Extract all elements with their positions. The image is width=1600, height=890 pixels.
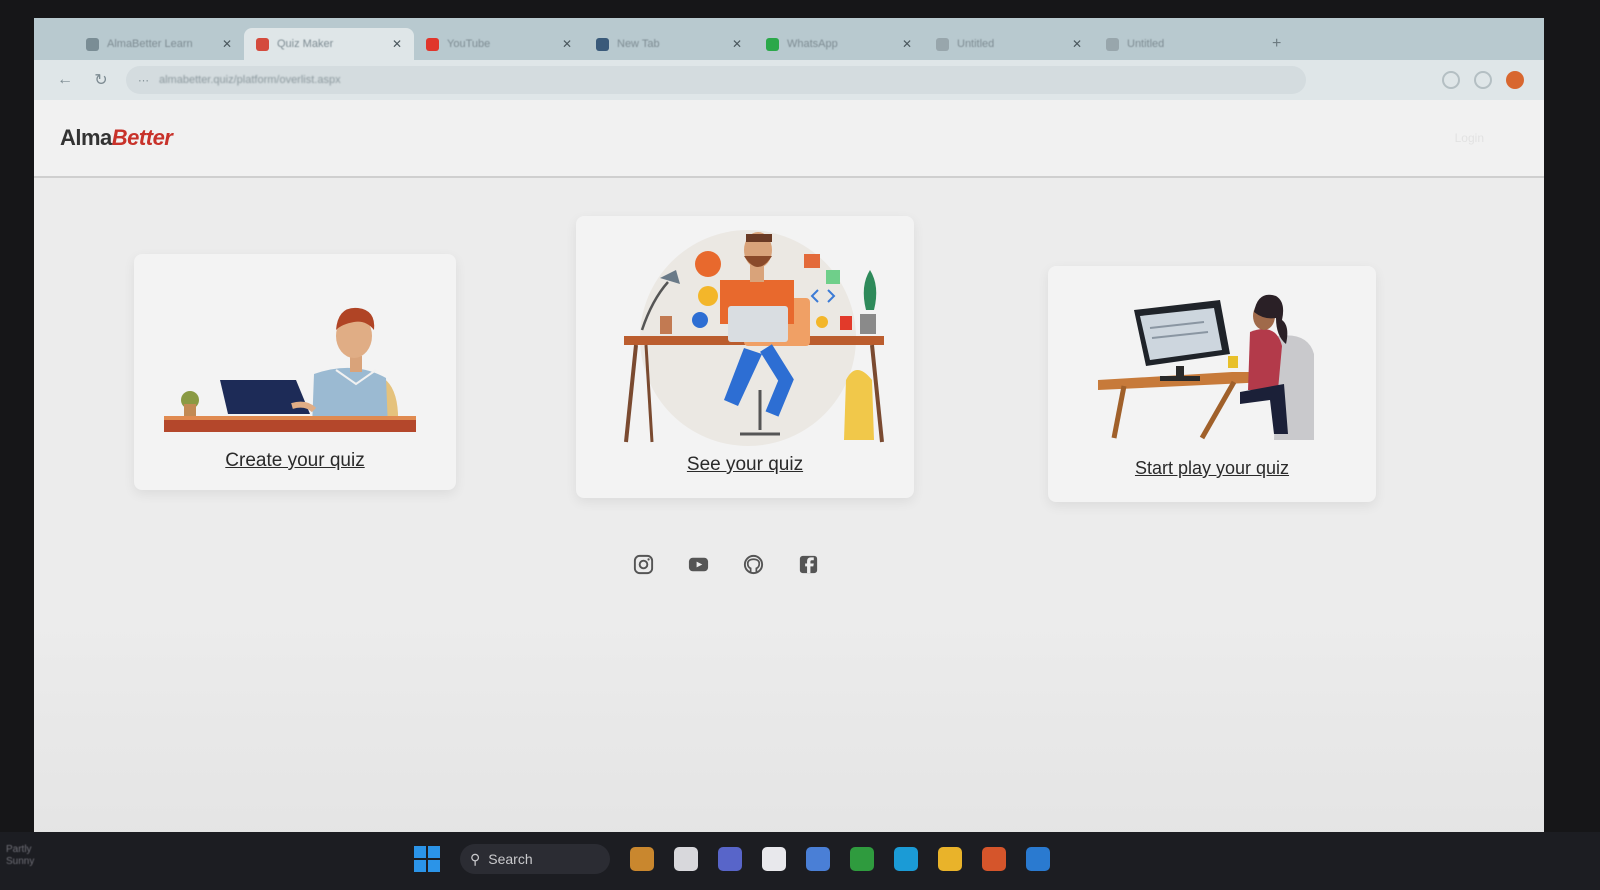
browser-tab[interactable]: Untitled ✕ (924, 28, 1094, 60)
tab-title: Untitled (1127, 38, 1165, 50)
create-quiz-illustration (164, 307, 416, 432)
weather-line-2: Sunny (6, 856, 35, 867)
browser-tab[interactable]: New Tab ✕ (584, 28, 754, 60)
extensions-icon[interactable] (1442, 71, 1460, 89)
tab-favicon-icon (86, 37, 99, 51)
windows-start-icon[interactable] (414, 846, 440, 872)
tab-strip: AlmaBetter Learn ✕ Quiz Maker ✕ YouTube … (34, 18, 1544, 60)
browser-tab[interactable]: YouTube ✕ (414, 28, 584, 60)
close-tab-icon[interactable]: ✕ (732, 37, 742, 51)
close-tab-icon[interactable]: ✕ (392, 37, 402, 51)
logo-part-better: Better (111, 125, 173, 150)
tab-favicon-icon (936, 37, 949, 51)
create-quiz-card[interactable]: Create your quiz (134, 254, 456, 490)
weather-line-1: Partly (6, 844, 32, 855)
see-quiz-illustration (624, 230, 884, 446)
tab-favicon-icon (766, 37, 779, 51)
new-tab-button[interactable]: + (1272, 28, 1281, 60)
browser-tab[interactable]: AlmaBetter Learn ✕ (74, 28, 244, 60)
vscode-icon[interactable] (1026, 847, 1050, 871)
tab-favicon-icon (596, 37, 609, 51)
explorer-icon[interactable] (938, 847, 962, 871)
see-quiz-link[interactable]: See your quiz (576, 454, 914, 476)
tab-title: WhatsApp (787, 38, 838, 50)
tab-title: New Tab (617, 38, 660, 50)
reload-icon[interactable]: ↻ (90, 70, 112, 90)
tab-title: AlmaBetter Learn (107, 38, 193, 50)
tab-title: Quiz Maker (277, 38, 334, 50)
start-quiz-link[interactable]: Start play your quiz (1048, 458, 1376, 479)
store-icon[interactable] (762, 847, 786, 871)
browser-tab-active[interactable]: Quiz Maker ✕ (244, 28, 414, 60)
windows-taskbar: Partly Sunny ⚲ Search (0, 832, 1600, 890)
close-tab-icon[interactable]: ✕ (222, 37, 232, 51)
browser-controls (1442, 71, 1524, 89)
start-quiz-illustration (1098, 294, 1314, 440)
media-icon[interactable] (982, 847, 1006, 871)
close-tab-icon[interactable]: ✕ (902, 37, 912, 51)
page-background (34, 618, 1544, 848)
social-links (632, 553, 820, 576)
start-quiz-card[interactable]: Start play your quiz (1048, 266, 1376, 502)
site-header: AlmaBetter Login (34, 100, 1544, 178)
github-icon[interactable] (742, 553, 765, 576)
tab-title: Untitled (957, 38, 995, 50)
site-info-icon[interactable]: ⋯ (138, 74, 149, 87)
edge-icon[interactable] (894, 847, 918, 871)
weather-widget[interactable]: Partly Sunny (0, 844, 34, 868)
logo-part-alma: Alma (60, 125, 112, 150)
widgets-icon[interactable] (630, 847, 654, 871)
xbox-icon[interactable] (850, 847, 874, 871)
instagram-icon[interactable] (632, 553, 655, 576)
search-icon: ⚲ (470, 850, 481, 867)
browser-tab[interactable]: Untitled (1094, 28, 1264, 60)
chrome-icon[interactable] (806, 847, 830, 871)
tab-favicon-icon (256, 37, 269, 51)
login-link[interactable]: Login (1455, 131, 1484, 145)
facebook-icon[interactable] (797, 553, 820, 576)
taskbar-search[interactable]: ⚲ Search (460, 844, 610, 874)
url-input[interactable]: ⋯ almabetter.quiz/platform/overlist.aspx (126, 66, 1306, 94)
profile-avatar[interactable] (1506, 71, 1524, 89)
close-tab-icon[interactable]: ✕ (562, 37, 572, 51)
task-view-icon[interactable] (674, 847, 698, 871)
close-tab-icon[interactable]: ✕ (1072, 37, 1082, 51)
screen: AlmaBetter Learn ✕ Quiz Maker ✕ YouTube … (34, 18, 1544, 848)
youtube-icon[interactable] (687, 553, 710, 576)
tab-title: YouTube (447, 38, 491, 50)
create-quiz-link[interactable]: Create your quiz (134, 450, 456, 472)
url-text: almabetter.quiz/platform/overlist.aspx (159, 74, 341, 86)
taskbar-apps: ⚲ Search (414, 844, 1050, 874)
teams-icon[interactable] (718, 847, 742, 871)
tab-favicon-icon (1106, 37, 1119, 51)
back-icon[interactable]: ← (54, 71, 76, 89)
address-bar-row: ← ↻ ⋯ almabetter.quiz/platform/overlist.… (34, 60, 1544, 100)
bookmark-icon[interactable] (1474, 71, 1492, 89)
tab-favicon-icon (426, 37, 439, 51)
search-label: Search (488, 851, 533, 867)
browser-tab[interactable]: WhatsApp ✕ (754, 28, 924, 60)
almabetter-logo[interactable]: AlmaBetter (60, 125, 173, 151)
see-quiz-card[interactable]: See your quiz (576, 216, 914, 498)
